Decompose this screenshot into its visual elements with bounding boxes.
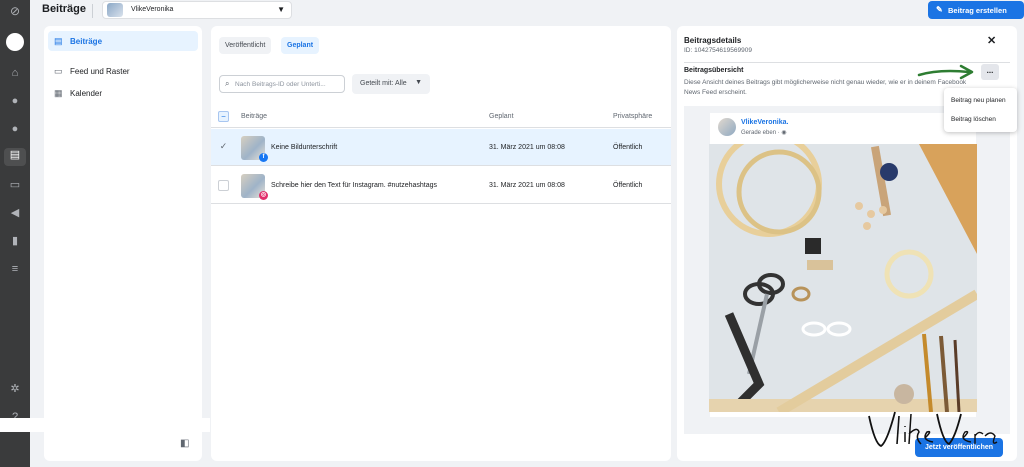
content-nav: ▤ Beiträge ▭ Feed und Raster ▦ Kalender … xyxy=(44,26,202,461)
more-options-button[interactable]: ... xyxy=(981,64,999,80)
overview-title: Beitragsübersicht xyxy=(684,67,744,74)
calendar-icon: ▦ xyxy=(54,88,63,98)
preview-timestamp: Gerade eben · ◉ xyxy=(741,130,787,136)
nav-item-feed-grid[interactable]: ▭ Feed und Raster xyxy=(48,61,198,81)
feed-grid-icon: ▭ xyxy=(54,66,63,76)
nav-item-label: Beiträge xyxy=(70,37,103,46)
craft-tools-photo xyxy=(709,144,977,412)
create-post-button[interactable]: ✎ Beitrag erstellen xyxy=(928,1,1024,19)
post-image xyxy=(709,144,977,412)
post-details-panel: Beitragsdetails ID: 1042754619569909 ✕ B… xyxy=(677,26,1017,461)
post-scheduled-date: 31. März 2021 um 08:08 xyxy=(489,144,565,151)
notifications-icon[interactable]: ● xyxy=(8,94,22,108)
ads-icon[interactable]: ◀ xyxy=(8,206,22,220)
annotation-arrow-icon xyxy=(917,64,974,80)
row-checkbox[interactable] xyxy=(218,180,229,191)
post-privacy: Öffentlich xyxy=(613,144,643,151)
column-header-privacy[interactable]: Privatsphäre xyxy=(613,113,652,120)
instagram-icon: ◎ xyxy=(259,191,268,200)
chevron-down-icon: ▼ xyxy=(415,79,422,86)
post-text: Keine Bildunterschrift xyxy=(271,144,338,151)
more-tools-icon[interactable]: ≡ xyxy=(8,262,22,276)
create-post-label: Beitrag erstellen xyxy=(948,6,1007,15)
menu-item-delete[interactable]: Beitrag löschen xyxy=(951,116,996,123)
messages-icon[interactable]: ● xyxy=(8,122,22,136)
post-preview-card: VlikeVeronika. Gerade eben · ◉ xyxy=(709,113,977,417)
collapse-panel-icon[interactable]: ◧ xyxy=(180,438,189,449)
post-id: ID: 1042754619569909 xyxy=(684,47,752,54)
page-avatar[interactable] xyxy=(6,33,24,51)
posts-panel: Veröffentlicht Geplant ⌕ Geteilt mit: Al… xyxy=(211,26,671,461)
page-selector-avatar xyxy=(107,3,123,17)
toggle-menu-icon[interactable]: ⊘ xyxy=(8,4,22,18)
table-row[interactable]: ◎ Schreibe hier den Text für Instagram. … xyxy=(211,167,671,204)
details-title: Beitragsdetails xyxy=(684,36,742,45)
close-icon[interactable]: ✕ xyxy=(987,34,996,47)
post-scheduled-date: 31. März 2021 um 08:08 xyxy=(489,182,565,189)
filter-label: Geteilt mit: Alle xyxy=(360,80,407,87)
search-input[interactable] xyxy=(235,78,341,90)
column-header-scheduled[interactable]: Geplant xyxy=(489,113,514,120)
white-overlay-strip xyxy=(0,418,210,432)
insights-icon[interactable]: ▮ xyxy=(8,234,22,248)
nav-item-label: Feed und Raster xyxy=(70,67,130,76)
post-privacy: Öffentlich xyxy=(613,182,643,189)
post-text: Schreibe hier den Text für Instagram. #n… xyxy=(271,182,438,189)
divider xyxy=(92,4,93,18)
nav-item-posts[interactable]: ▤ Beiträge xyxy=(48,31,198,51)
signature-watermark xyxy=(868,411,998,447)
globe-icon: ◉ xyxy=(781,130,787,136)
top-bar: Beiträge VlikeVeronika ▼ ✎ Beitrag erste… xyxy=(30,0,1024,22)
preview-avatar xyxy=(718,118,736,136)
posts-rail-icon[interactable]: ▤ xyxy=(4,148,26,166)
table-row[interactable]: ✓ f Keine Bildunterschrift 31. März 2021… xyxy=(211,129,671,166)
nav-item-calendar[interactable]: ▦ Kalender xyxy=(48,83,198,103)
nav-item-label: Kalender xyxy=(70,89,103,98)
home-icon[interactable]: ⌂ xyxy=(8,66,22,80)
preview-page-name: VlikeVeronika. xyxy=(741,119,789,126)
post-options-menu: Beitrag neu planen Beitrag löschen xyxy=(944,88,1017,132)
tab-published[interactable]: Veröffentlicht xyxy=(219,37,272,54)
shop-icon[interactable]: ▭ xyxy=(8,178,22,192)
column-header-posts[interactable]: Beiträge xyxy=(241,113,267,120)
settings-icon[interactable]: ✲ xyxy=(8,382,22,396)
app-rail: ⊘ ⌂ ● ● ▤ ▭ ◀ ▮ ≡ ✲ ? xyxy=(0,0,30,467)
search-box[interactable]: ⌕ xyxy=(219,75,345,93)
shared-with-filter[interactable]: Geteilt mit: Alle ▼ xyxy=(352,74,430,94)
posts-icon: ▤ xyxy=(54,36,63,46)
divider xyxy=(684,62,1010,63)
chevron-down-icon: ▼ xyxy=(277,5,285,14)
menu-item-reschedule[interactable]: Beitrag neu planen xyxy=(951,97,1006,104)
table-header: − Beiträge Geplant Privatsphäre xyxy=(211,106,671,128)
page-selector[interactable]: VlikeVeronika ▼ xyxy=(102,1,292,19)
facebook-icon: f xyxy=(259,153,268,162)
row-checkbox-checked[interactable]: ✓ xyxy=(218,142,229,153)
select-all-checkbox[interactable]: − xyxy=(218,111,229,122)
page-title: Beiträge xyxy=(42,3,87,15)
tab-scheduled[interactable]: Geplant xyxy=(281,37,320,54)
edit-icon: ✎ xyxy=(936,5,943,14)
page-selector-name: VlikeVeronika xyxy=(131,6,174,13)
search-icon: ⌕ xyxy=(225,79,230,88)
